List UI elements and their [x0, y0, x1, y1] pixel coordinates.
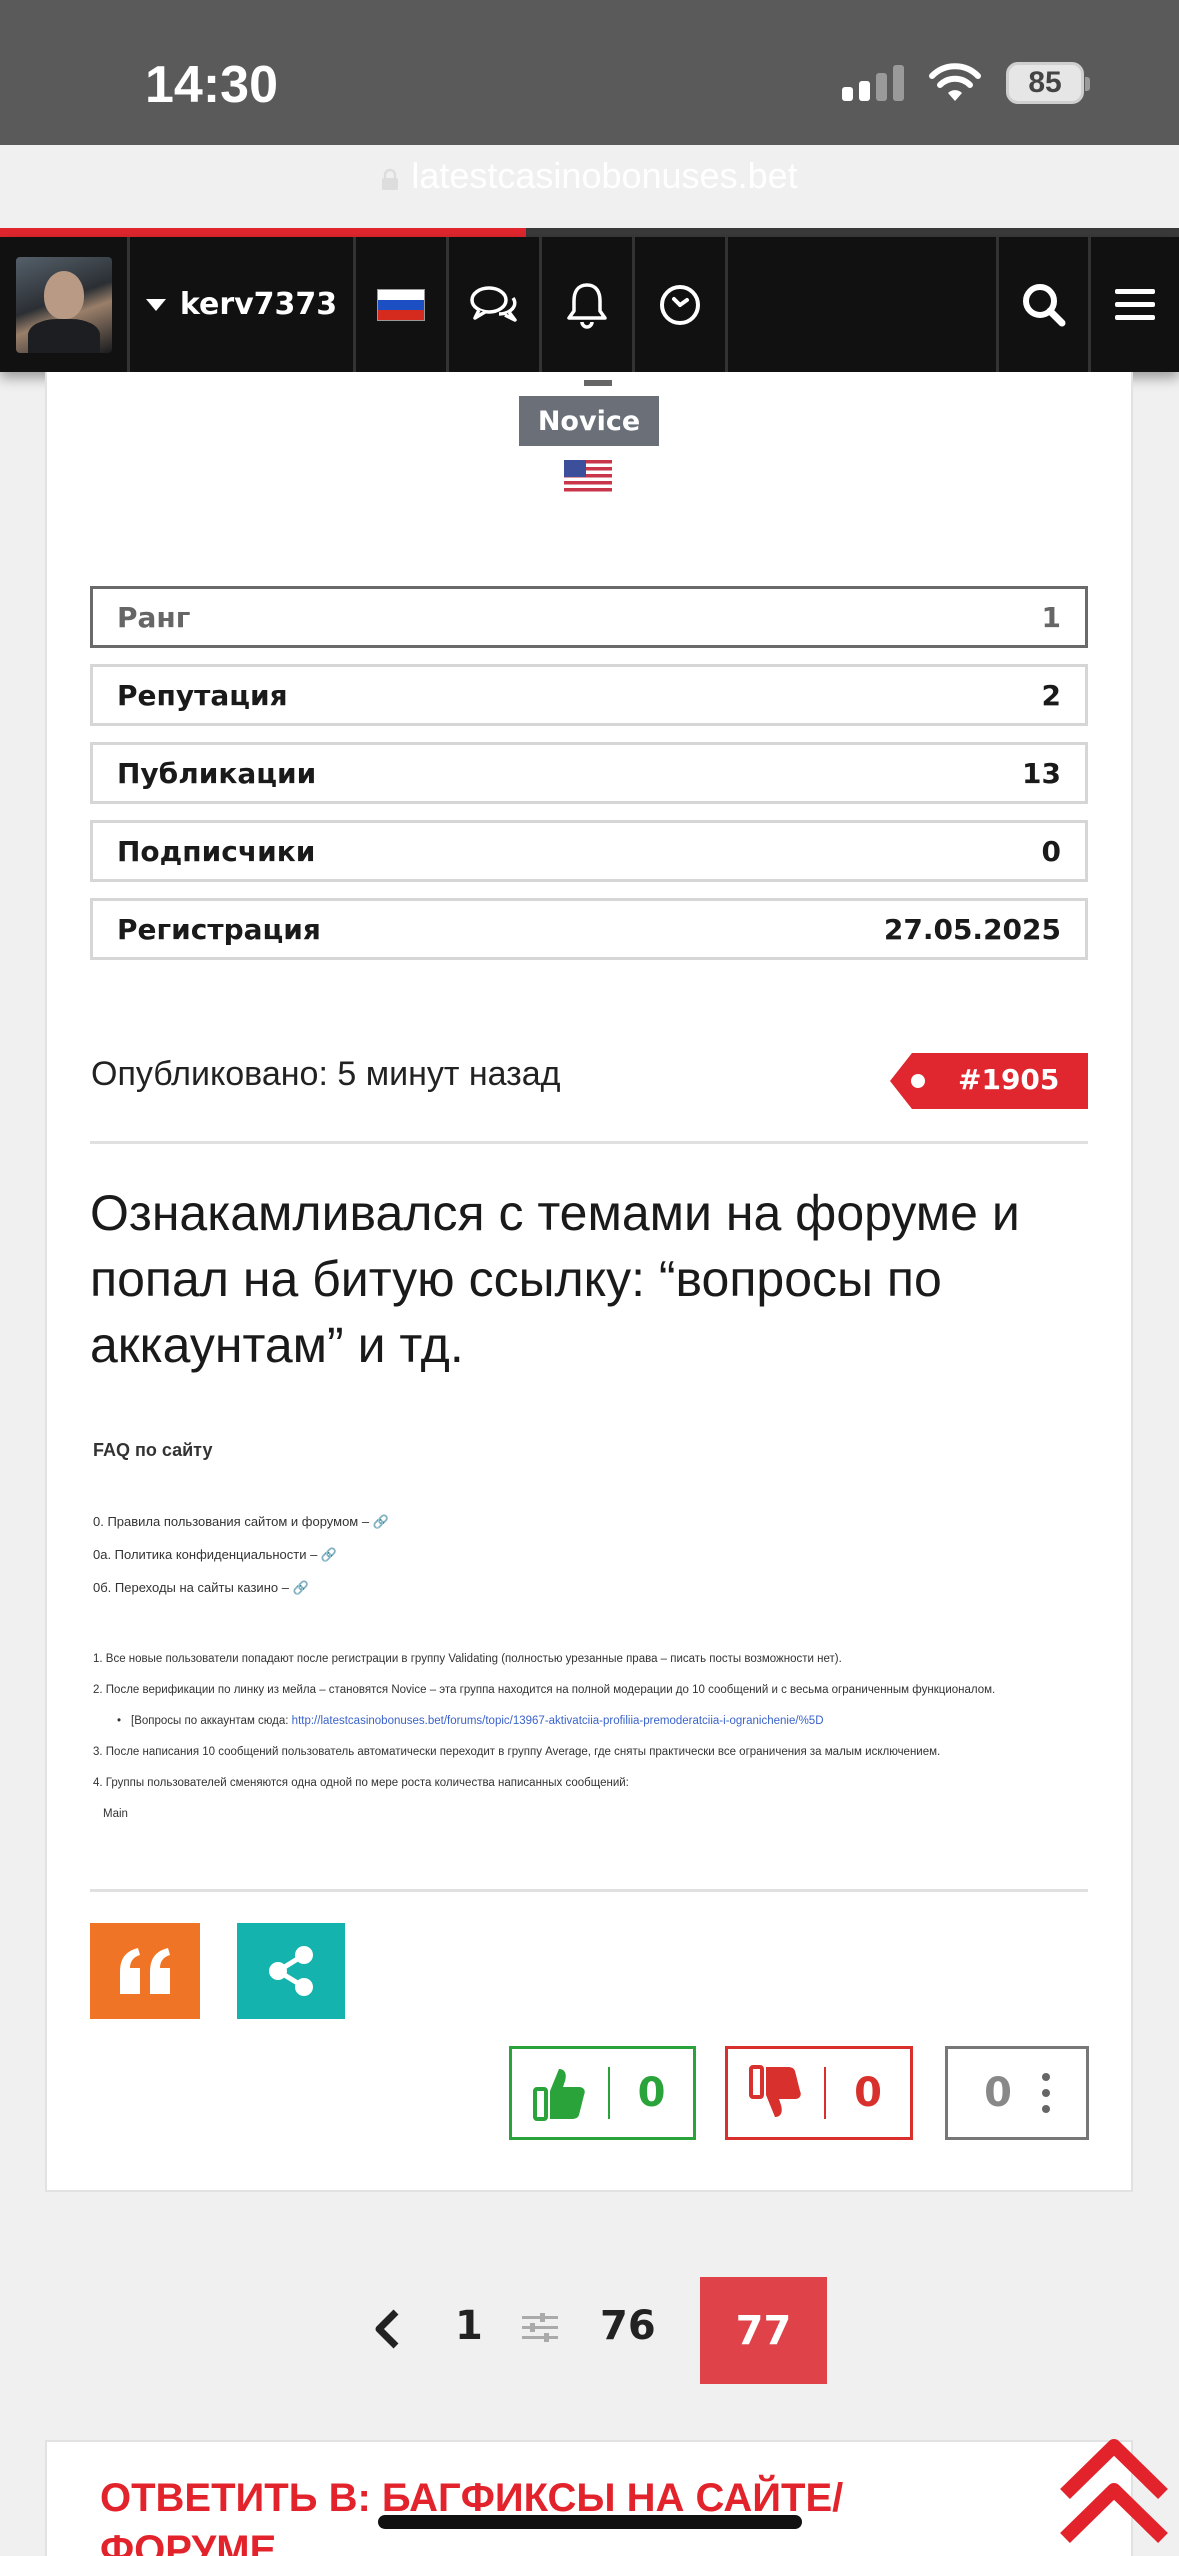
dislike-button[interactable]: 0	[725, 2046, 913, 2140]
stat-row-posts: Публикации 13	[90, 742, 1088, 804]
hamburger-menu-icon	[1115, 288, 1155, 320]
stat-row-reputation: Репутация 2	[90, 664, 1088, 726]
pagination-page-first[interactable]: 1	[455, 2303, 483, 2349]
usa-flag-icon	[564, 460, 612, 492]
dislike-count: 0	[854, 2070, 882, 2116]
chat-bubbles-icon	[470, 285, 517, 322]
pagination-jump-icon[interactable]	[520, 2312, 560, 2344]
scroll-to-top-icon[interactable]	[1055, 2432, 1173, 2550]
share-icon	[269, 1946, 313, 1996]
messages-button[interactable]	[449, 237, 542, 372]
faq-title: FAQ по сайту	[93, 1440, 213, 1460]
faq-bullet: [Вопросы по аккаунтам сюда: http://lates…	[93, 1706, 1093, 1737]
stat-value: 0	[1041, 834, 1061, 868]
stat-value: 27.05.2025	[883, 912, 1061, 946]
page-load-progress-fill	[0, 228, 526, 237]
faq-item: 1. Все новые пользователи попадают после…	[93, 1653, 842, 1665]
stat-label: Регистрация	[117, 912, 321, 946]
share-button[interactable]	[237, 1923, 345, 2019]
pagination-page-current[interactable]: 77	[700, 2277, 827, 2384]
stat-label: Ранг	[117, 600, 191, 634]
faq-bullet-text: [Вопросы по аккаунтам сюда:	[131, 1715, 292, 1727]
navbar-spacer	[728, 237, 999, 372]
faq-footer: Main	[103, 1808, 128, 1820]
faq-item: 4. Группы пользователей сменяются одна о…	[93, 1777, 629, 1789]
post-timestamp: Опубликовано: 5 минут назад	[91, 1055, 561, 1093]
divider	[90, 1141, 1088, 1144]
status-icons: 85	[842, 62, 1090, 104]
chevron-left-icon	[375, 2309, 399, 2349]
reply-title: Ответить в: Багфиксы на сайте/форуме	[100, 2476, 844, 2556]
faq-link-line: 0б. Переходы на сайты казино – 🔗	[93, 1580, 309, 1595]
thumbs-up-icon	[533, 2069, 585, 2121]
rank-badge: Novice	[519, 396, 659, 446]
page-load-progress	[0, 228, 1179, 237]
activity-button[interactable]	[635, 237, 728, 372]
user-avatar-button[interactable]	[0, 237, 130, 372]
stat-label: Репутация	[117, 678, 288, 712]
bell-icon	[567, 282, 607, 329]
russia-flag-icon	[377, 288, 425, 321]
battery-level: 85	[1028, 66, 1062, 99]
post-number-tag[interactable]: #1905	[890, 1053, 1088, 1109]
like-button[interactable]: 0	[509, 2046, 696, 2140]
profile-stats: Ранг 1 Репутация 2 Публикации 13 Подписч…	[90, 586, 1088, 976]
post-number: #1905	[958, 1063, 1060, 1096]
pagination-prev-button[interactable]	[366, 2305, 406, 2353]
status-time: 14:30	[145, 56, 278, 114]
username: kerv7373	[179, 287, 338, 322]
quote-button[interactable]	[90, 1923, 200, 2019]
notifications-button[interactable]	[542, 237, 635, 372]
address-bar[interactable]: latestcasinobonuses.bet	[0, 155, 1179, 197]
site-navbar: kerv7373	[0, 237, 1179, 372]
stat-value: 13	[1022, 756, 1061, 790]
pagination-page-76[interactable]: 76	[600, 2303, 656, 2349]
faq-account-link[interactable]: http://latestcasinobonuses.bet/forums/to…	[292, 1715, 824, 1727]
user-menu-button[interactable]: kerv7373	[130, 237, 356, 372]
quote-icon	[120, 1948, 170, 1994]
stat-row-followers: Подписчики 0	[90, 820, 1088, 882]
divider	[90, 1889, 1088, 1892]
lock-icon	[382, 168, 399, 190]
faq-item: 2. После верификации по линку из мейла –…	[93, 1684, 996, 1696]
reaction-total: 0	[984, 2070, 1012, 2116]
caret-down-icon	[145, 298, 166, 311]
faq-link-line: 0. Правила пользования сайтом и форумом …	[93, 1514, 389, 1529]
language-button[interactable]	[356, 237, 449, 372]
like-count: 0	[637, 2070, 666, 2116]
stat-value: 1	[1041, 600, 1061, 634]
faq-screenshot: FAQ по сайту 0. Правила пользования сайт…	[93, 1440, 1093, 1830]
post-body-text: Ознакамливался с темами на форуме и попа…	[90, 1185, 1020, 1373]
avatar	[15, 256, 112, 353]
faq-item: 3. После написания 10 сообщений пользова…	[93, 1746, 941, 1758]
stat-label: Публикации	[117, 756, 317, 790]
stat-row-rank: Ранг 1	[90, 586, 1088, 648]
search-icon	[1022, 283, 1065, 326]
search-button[interactable]	[999, 237, 1091, 372]
stat-label: Подписчики	[117, 834, 316, 868]
scroll-mark	[584, 380, 612, 386]
more-dots-icon	[1041, 2073, 1050, 2113]
reactions-more-button[interactable]: 0	[945, 2046, 1089, 2140]
battery-icon: 85	[1006, 62, 1090, 104]
cellular-signal-icon	[842, 65, 904, 101]
wifi-icon	[929, 63, 981, 101]
stat-row-registration: Регистрация 27.05.2025	[90, 898, 1088, 960]
clock-icon	[660, 284, 700, 325]
home-indicator	[378, 2515, 802, 2529]
thumbs-down-icon	[749, 2065, 801, 2117]
faq-link-line: 0а. Политика конфиденциальности – 🔗	[93, 1547, 338, 1562]
stat-value: 2	[1041, 678, 1061, 712]
url-text: latestcasinobonuses.bet	[411, 155, 798, 196]
menu-button[interactable]	[1091, 237, 1179, 372]
status-bar: 14:30 85 latestcasinobonuses.bet	[0, 0, 1179, 237]
